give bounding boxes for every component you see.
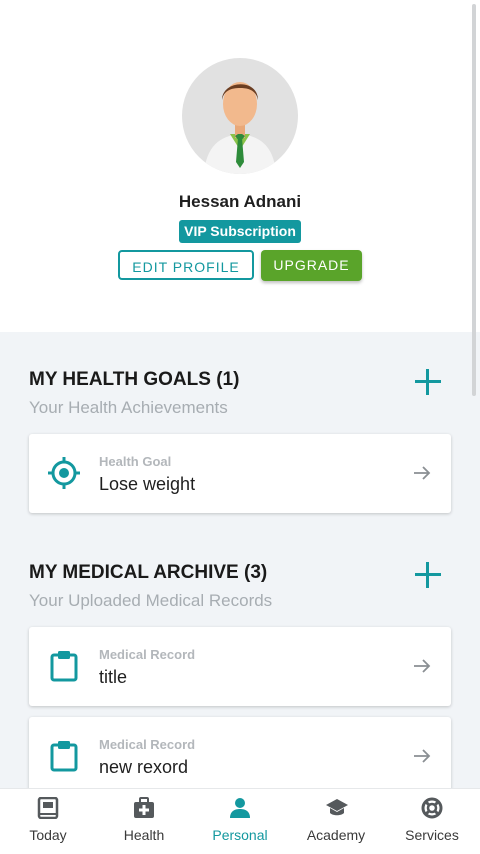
health-goal-card[interactable]: Health Goal Lose weight xyxy=(29,434,451,513)
edit-profile-button[interactable]: EDIT PROFILE xyxy=(118,250,254,280)
add-health-goal-icon[interactable] xyxy=(415,369,441,395)
arrow-right-icon xyxy=(414,466,431,480)
scrollbar[interactable] xyxy=(472,4,476,396)
doctor-avatar-icon xyxy=(204,82,276,174)
health-goals-subtitle: Your Health Achievements xyxy=(29,398,228,417)
target-icon xyxy=(48,457,80,489)
card-value: new rexord xyxy=(99,757,189,777)
medical-archive-subtitle: Your Uploaded Medical Records xyxy=(29,591,273,610)
nav-item-health[interactable]: Health xyxy=(96,789,192,854)
nav-label: Academy xyxy=(306,827,366,843)
nav-item-personal[interactable]: Personal xyxy=(192,789,288,854)
nav-label: Personal xyxy=(212,827,268,843)
card-value: title xyxy=(99,667,128,687)
card-label: Medical Record xyxy=(99,737,196,752)
lifebuoy-icon xyxy=(421,797,443,819)
nav-label: Services xyxy=(405,827,459,843)
profile-name: Hessan Adnani xyxy=(178,192,302,211)
card-value: Lose weight xyxy=(99,474,196,494)
add-medical-record-icon[interactable] xyxy=(415,562,441,588)
medical-record-card[interactable]: Medical Record title xyxy=(29,627,451,706)
upgrade-button[interactable]: UPGRADE xyxy=(261,250,362,281)
nav-label: Today xyxy=(29,827,67,843)
profile-content: MY HEALTH GOALS (1) Your Health Achievem… xyxy=(0,332,480,807)
arrow-right-icon xyxy=(414,749,431,763)
person-icon xyxy=(230,798,250,818)
arrow-right-icon xyxy=(414,659,431,673)
health-goals-title: MY HEALTH GOALS (1) xyxy=(29,369,240,390)
profile-header: Hessan Adnani VIP Subscription EDIT PROF… xyxy=(0,0,480,332)
nav-item-today[interactable]: Today xyxy=(0,789,96,854)
medical-archive-title: MY MEDICAL ARCHIVE (3) xyxy=(29,562,268,583)
nav-item-services[interactable]: Services xyxy=(384,789,480,854)
card-label: Medical Record xyxy=(99,647,196,662)
clipboard-icon xyxy=(50,741,78,772)
card-label: Health Goal xyxy=(99,454,172,469)
clipboard-icon xyxy=(50,651,78,682)
nav-item-academy[interactable]: Academy xyxy=(288,789,384,854)
book-icon xyxy=(37,797,59,819)
bottom-nav: Today Health Personal Academy Services xyxy=(0,788,480,854)
nav-label: Health xyxy=(123,827,165,843)
subscription-badge: VIP Subscription xyxy=(179,220,301,243)
graduation-cap-icon xyxy=(326,799,348,816)
medical-kit-icon xyxy=(134,797,154,818)
avatar[interactable] xyxy=(182,58,298,174)
